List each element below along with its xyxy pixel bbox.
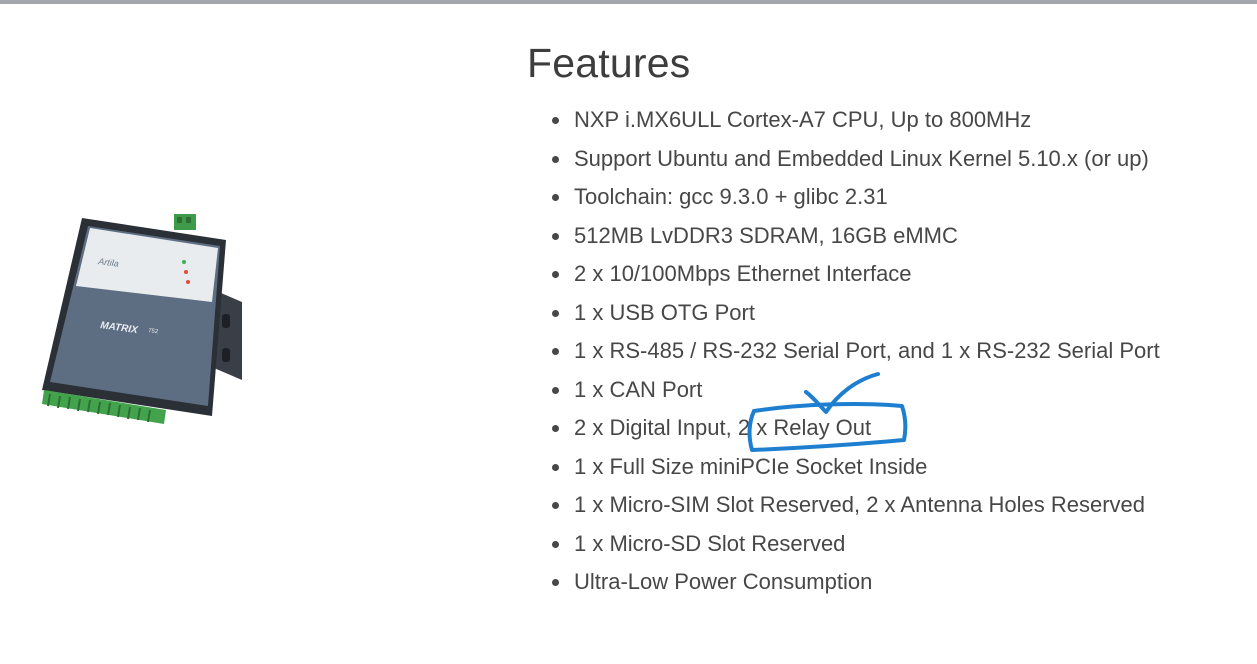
list-item: 1 x RS-485 / RS-232 Serial Port, and 1 x… xyxy=(535,332,1160,371)
feature-text: 2 x 10/100Mbps Ethernet Interface xyxy=(574,261,912,286)
list-item: 1 x CAN Port xyxy=(535,371,1160,410)
bullet-icon xyxy=(552,155,559,163)
bullet-icon xyxy=(552,463,559,471)
list-item: Toolchain: gcc 9.3.0 + glibc 2.31 xyxy=(535,178,1160,217)
list-item: 2 x Digital Input, 2 x Relay Out xyxy=(535,409,1160,448)
product-image: Artila MATRIX 752 xyxy=(42,214,242,424)
bullet-icon xyxy=(552,271,559,278)
list-item: 1 x Full Size miniPCIe Socket Inside xyxy=(535,448,1160,487)
features-list: NXP i.MX6ULL Cortex-A7 CPU, Up to 800MHz… xyxy=(535,101,1160,602)
list-item: 2 x 10/100Mbps Ethernet Interface xyxy=(535,255,1160,294)
list-item: 1 x USB OTG Port xyxy=(535,294,1160,333)
bullet-icon xyxy=(552,540,559,548)
feature-text: 1 x Micro-SIM Slot Reserved, 2 x Antenna… xyxy=(574,492,1146,517)
list-item: 512MB LvDDR3 SDRAM, 16GB eMMC xyxy=(535,217,1160,256)
list-item: NXP i.MX6ULL Cortex-A7 CPU, Up to 800MHz xyxy=(535,101,1160,140)
feature-text: 1 x Micro-SD Slot Reserved xyxy=(574,530,846,556)
list-item: Support Ubuntu and Embedded Linux Kernel… xyxy=(535,140,1160,179)
bullet-icon xyxy=(552,194,559,201)
list-item: 1 x Micro-SD Slot Reserved xyxy=(535,525,1160,564)
feature-text: Support Ubuntu and Embedded Linux Kernel… xyxy=(574,145,1149,171)
feature-text: 1 x USB OTG Port xyxy=(574,299,755,325)
list-item: Ultra-Low Power Consumption xyxy=(535,563,1160,602)
bullet-icon xyxy=(552,502,559,509)
feature-text: NXP i.MX6ULL Cortex-A7 CPU, Up to 800MHz xyxy=(574,107,1032,132)
feature-text: 1 x RS-485 / RS-232 Serial Port, and 1 x… xyxy=(574,338,1160,363)
bullet-icon xyxy=(552,232,559,240)
bullet-icon xyxy=(552,117,559,124)
feature-text: 2 x Digital Input, 2 x Relay Out xyxy=(574,415,872,440)
bullet-icon xyxy=(552,348,559,355)
feature-text: 1 x CAN Port xyxy=(574,376,703,402)
bullet-icon xyxy=(552,309,559,317)
bullet-icon xyxy=(552,386,559,394)
feature-text: 512MB LvDDR3 SDRAM, 16GB eMMC xyxy=(574,222,958,248)
bullet-icon xyxy=(552,425,559,432)
feature-text: 1 x Full Size miniPCIe Socket Inside xyxy=(574,453,928,479)
top-border-bar xyxy=(0,0,1257,4)
feature-text: Toolchain: gcc 9.3.0 + glibc 2.31 xyxy=(574,184,888,209)
bullet-icon xyxy=(552,579,559,586)
features-heading: Features xyxy=(527,40,691,86)
feature-text: Ultra-Low Power Consumption xyxy=(574,569,873,594)
list-item: 1 x Micro-SIM Slot Reserved, 2 x Antenna… xyxy=(535,486,1160,525)
